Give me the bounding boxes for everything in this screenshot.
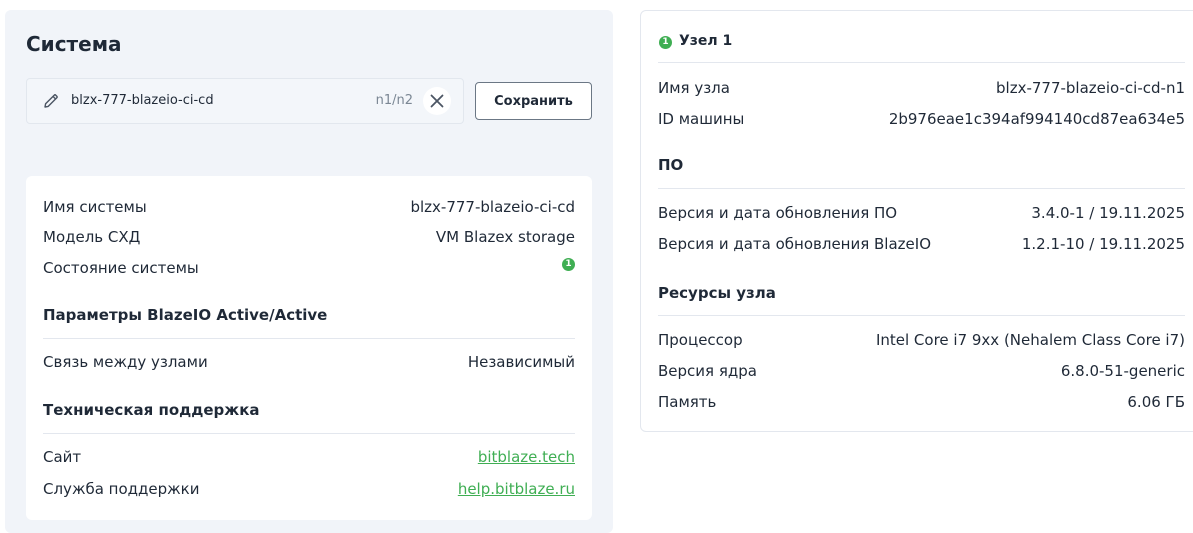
divider (658, 315, 1185, 316)
section-title-active: Параметры BlazeIO Active/Active (43, 306, 328, 324)
node-row-cpu: Процессор Intel Core i7 9xx (Nehalem Cla… (658, 331, 1185, 353)
system-name-input[interactable]: blzx-777-blazeio-ci-cd n1/n2 (26, 78, 464, 124)
info-value: 3.4.0-1 / 19.11.2025 (1031, 204, 1185, 222)
pencil-icon (44, 94, 58, 108)
info-key: Версия и дата обновления BlazeIO (658, 235, 932, 253)
clear-button[interactable] (423, 87, 451, 115)
info-key: Версия ядра (658, 362, 757, 380)
node-row-name: Имя узла blzx-777-blazeio-ci-cd-n1 (658, 79, 1185, 101)
status-ok-icon: 1 (659, 36, 672, 49)
info-key: Сайт (43, 448, 82, 466)
info-row-support: Служба поддержки help.bitblaze.ru (43, 480, 575, 502)
divider (658, 188, 1185, 189)
info-key: Связь между узлами (43, 353, 208, 371)
info-row-model: Модель СХД VM Blazex storage (43, 228, 575, 250)
system-panel: Система blzx-777-blazeio-ci-cd n1/n2 Сох… (5, 10, 613, 533)
divider (658, 62, 1185, 63)
info-value: Intel Core i7 9xx (Nehalem Class Core i7… (875, 331, 1185, 349)
info-value: Независимый (467, 353, 575, 371)
node-badge: 1 (662, 37, 669, 47)
node-row-memory: Память 6.06 ГБ (658, 393, 1185, 415)
status-badge: 1 (565, 259, 572, 269)
info-row-site: Сайт bitblaze.tech (43, 448, 575, 470)
info-key: Служба поддержки (43, 480, 200, 498)
node-row-machine-id: ID машины 2b976eae1c394af994140cd87ea634… (658, 110, 1185, 132)
node-card: 1 Узел 1 Имя узла blzx-777-blazeio-ci-cd… (640, 10, 1193, 432)
info-value: 1.2.1-10 / 19.11.2025 (1021, 235, 1185, 253)
info-value: 6.8.0-51-generic (1060, 362, 1185, 380)
info-key: Имя системы (43, 198, 147, 216)
node-row-blazeio-version: Версия и дата обновления BlazeIO 1.2.1-1… (658, 235, 1185, 257)
panel-title: Система (26, 32, 122, 56)
divider (43, 338, 575, 339)
info-key: Состояние системы (43, 259, 199, 277)
info-value: 6.06 ГБ (1127, 393, 1185, 411)
support-link[interactable]: help.bitblaze.ru (458, 480, 575, 498)
info-row-node-link: Связь между узлами Независимый (43, 353, 575, 375)
info-value: blzx-777-blazeio-ci-cd (410, 198, 575, 216)
node-title: Узел 1 (679, 33, 733, 49)
status-ok-icon: 1 (562, 258, 575, 271)
info-key: Модель СХД (43, 228, 141, 246)
node-row-kernel: Версия ядра 6.8.0-51-generic (658, 362, 1185, 384)
info-value: VM Blazex storage (435, 228, 575, 246)
node-counter: n1/n2 (375, 93, 413, 108)
info-key: Версия и дата обновления ПО (658, 204, 898, 222)
info-value: 2b976eae1c394af994140cd87ea634e5 (888, 110, 1185, 128)
info-key: Имя узла (658, 79, 730, 97)
site-link[interactable]: bitblaze.tech (478, 448, 575, 466)
close-icon (430, 94, 444, 108)
save-button[interactable]: Сохранить (475, 82, 592, 120)
node-row-software-version: Версия и дата обновления ПО 3.4.0-1 / 19… (658, 204, 1185, 226)
system-name-value[interactable]: blzx-777-blazeio-ci-cd (71, 93, 214, 108)
section-title-resources: Ресурсы узла (658, 284, 776, 302)
section-title-software: ПО (658, 156, 684, 174)
divider (43, 433, 575, 434)
info-row-system-name: Имя системы blzx-777-blazeio-ci-cd (43, 198, 575, 220)
info-key: Память (658, 393, 717, 411)
section-title-support: Техническая поддержка (43, 401, 260, 419)
info-key: Процессор (658, 331, 743, 349)
info-row-system-state: Состояние системы 1 (43, 258, 575, 281)
info-key: ID машины (658, 110, 745, 128)
info-value: blzx-777-blazeio-ci-cd-n1 (996, 79, 1185, 97)
system-info-card: Имя системы blzx-777-blazeio-ci-cd Модел… (26, 176, 592, 520)
